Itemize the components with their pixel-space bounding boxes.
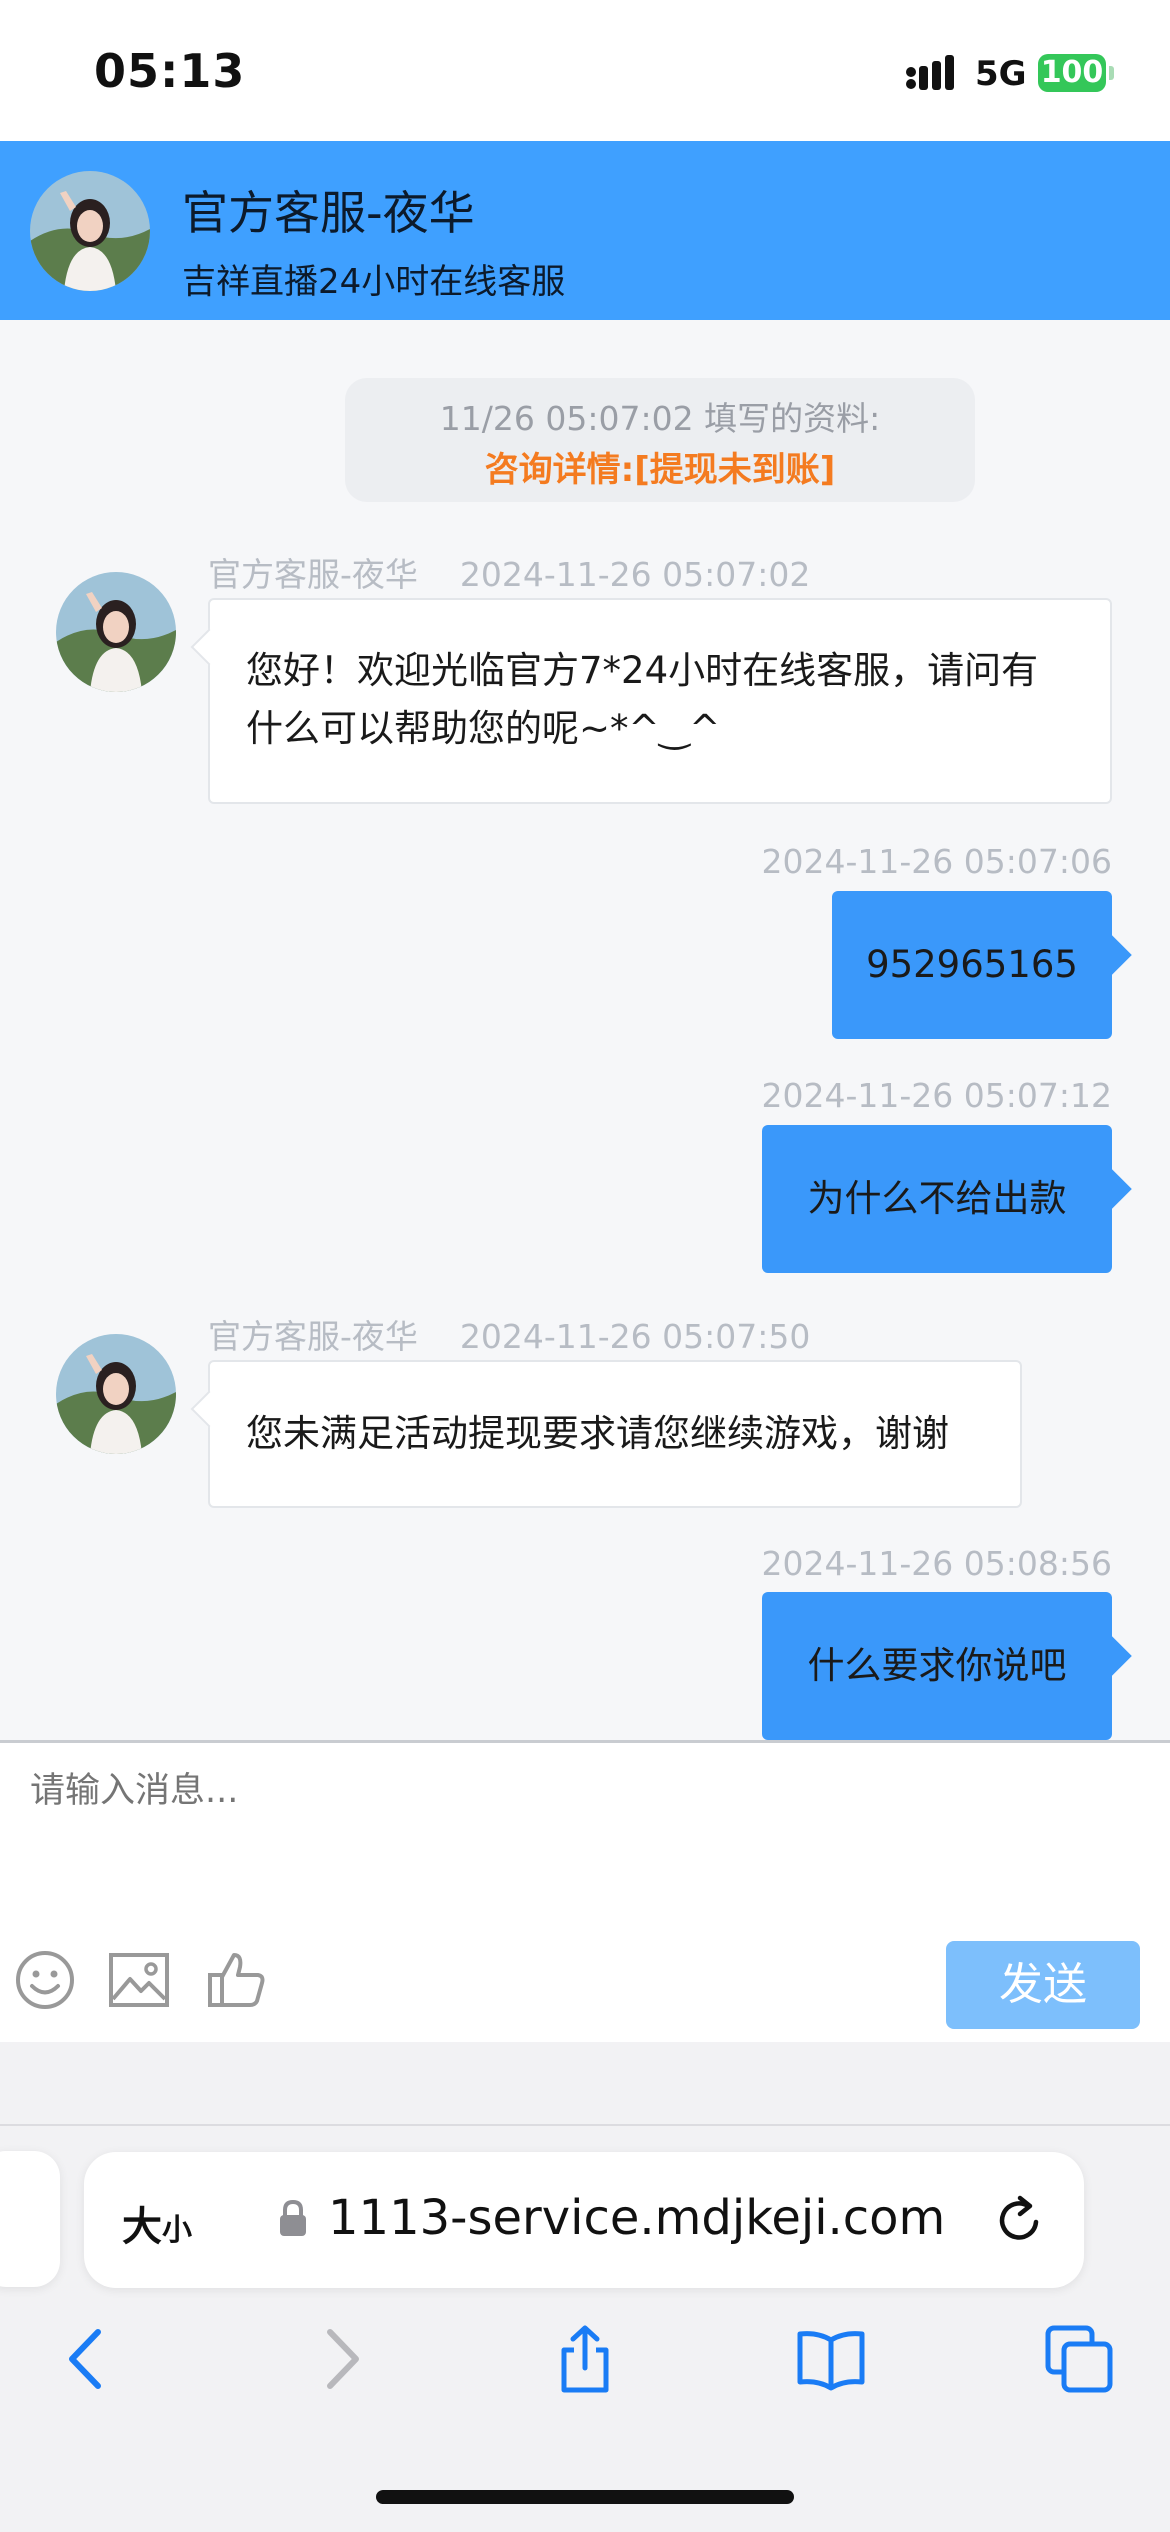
message-text: 您未满足活动提现要求请您继续游戏，谢谢 (246, 1412, 949, 1455)
home-indicator[interactable] (376, 2490, 794, 2504)
message-time: 2024-11-26 05:08:56 (761, 1544, 1112, 1583)
back-icon[interactable] (52, 2324, 122, 2394)
bookmarks-icon[interactable] (796, 2324, 866, 2394)
image-icon[interactable] (108, 1949, 170, 2011)
agent-avatar[interactable] (30, 171, 150, 291)
status-bar: 05:13 5G 100 (0, 0, 1170, 141)
battery-nub (1109, 66, 1114, 80)
address-bar[interactable]: 大小 1113-service.mdjkeji.com (84, 2152, 1084, 2288)
url-text: 1113-service.mdjkeji.com (328, 2190, 946, 2246)
thumbs-up-icon[interactable] (206, 1949, 268, 2011)
message-text: 952965165 (866, 943, 1078, 986)
message-text: 什么要求你说吧 (807, 1644, 1067, 1687)
system-notice-line2: 咨询详情:[提现未到账] (484, 450, 836, 490)
chat-messages[interactable]: 11/26 05:07:02 填写的资料: 咨询详情:[提现未到账] 官方客服-… (0, 320, 1170, 1740)
emoji-icon[interactable] (14, 1949, 76, 2011)
message-meta: 官方客服-夜华 2024-11-26 05:07:02 (208, 548, 810, 596)
outgoing-message-bubble[interactable]: 什么要求你说吧 (762, 1592, 1112, 1740)
message-sender: 官方客服-夜华 (208, 1317, 418, 1356)
reload-icon[interactable] (992, 2192, 1048, 2248)
chat-header: 官方客服-夜华 吉祥直播24小时在线客服 (0, 141, 1170, 320)
network-label: 5G (975, 54, 1027, 94)
text-size-button[interactable]: 大小 (122, 2194, 192, 2252)
incoming-message-bubble[interactable]: 您好！欢迎光临官方7*24小时在线客服，请问有什么可以帮助您的呢~*^‿^ (208, 598, 1112, 804)
message-meta: 官方客服-夜华 2024-11-26 05:07:50 (208, 1310, 810, 1358)
browser-chrome: 大小 1113-service.mdjkeji.com (0, 2042, 1170, 2532)
agent-message-avatar[interactable] (56, 572, 176, 692)
message-time: 2024-11-26 05:07:12 (761, 1076, 1112, 1115)
system-notice: 11/26 05:07:02 填写的资料: 咨询详情:[提现未到账] (345, 378, 975, 502)
text-size-big: 大 (122, 2204, 162, 2250)
share-icon[interactable] (550, 2324, 620, 2394)
message-time: 2024-11-26 05:07:02 (459, 555, 811, 594)
previous-tab-peek[interactable] (0, 2151, 60, 2287)
divider (0, 2124, 1170, 2126)
forward-icon[interactable] (306, 2324, 376, 2394)
system-notice-line1: 11/26 05:07:02 填写的资料: (439, 399, 881, 438)
lock-icon (280, 2199, 306, 2236)
message-text: 为什么不给出款 (807, 1177, 1067, 1220)
message-text: 您好！欢迎光临官方7*24小时在线客服，请问有什么可以帮助您的呢~*^‿^ (246, 649, 1039, 750)
text-size-small: 小 (162, 2213, 192, 2248)
message-time: 2024-11-26 05:07:50 (459, 1317, 811, 1356)
chat-subtitle: 吉祥直播24小时在线客服 (182, 262, 566, 302)
battery-level: 100 (1040, 55, 1104, 90)
tabs-icon[interactable] (1044, 2324, 1114, 2394)
status-time: 05:13 (94, 44, 246, 98)
message-sender: 官方客服-夜华 (208, 555, 418, 594)
send-button[interactable]: 发送 (946, 1941, 1140, 2029)
message-input[interactable] (30, 1771, 1130, 1811)
outgoing-message-bubble[interactable]: 952965165 (832, 891, 1112, 1039)
message-composer: 发送 (0, 1740, 1170, 2045)
battery-icon: 100 (1038, 54, 1106, 92)
agent-message-avatar[interactable] (56, 1334, 176, 1454)
signal-icon (906, 55, 954, 90)
outgoing-message-bubble[interactable]: 为什么不给出款 (762, 1125, 1112, 1273)
incoming-message-bubble[interactable]: 您未满足活动提现要求请您继续游戏，谢谢 (208, 1360, 1022, 1508)
message-time: 2024-11-26 05:07:06 (761, 842, 1112, 881)
chat-title: 官方客服-夜华 (182, 186, 475, 240)
